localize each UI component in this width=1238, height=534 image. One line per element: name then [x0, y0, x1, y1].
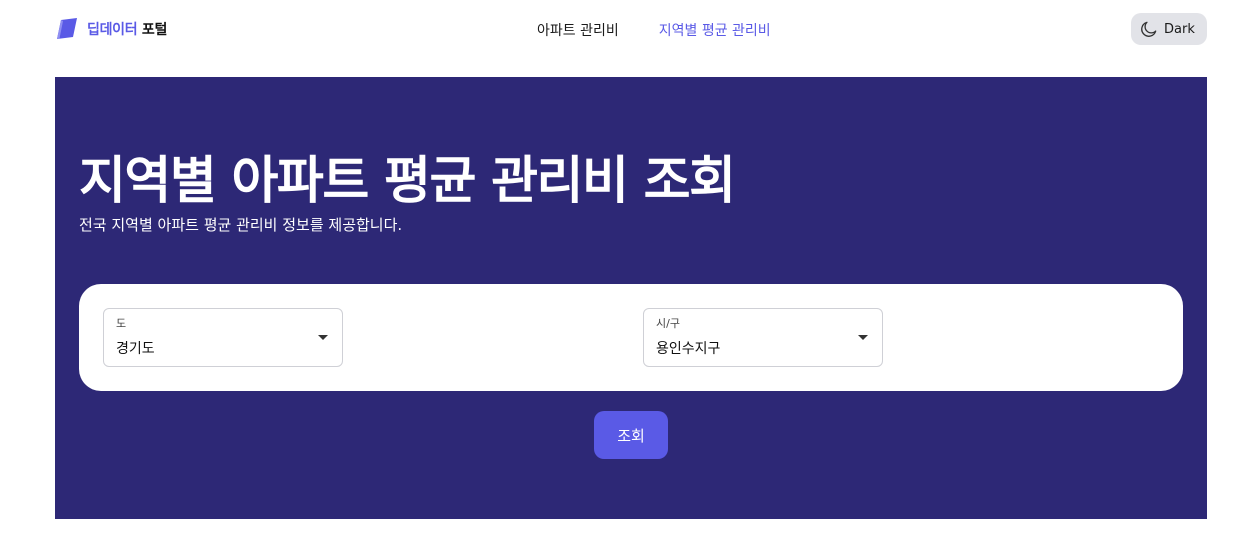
- brand-name-accent: 딥데이터: [87, 22, 138, 38]
- search-button[interactable]: 조회: [594, 411, 668, 459]
- city-select[interactable]: 시/구 용인수지구: [643, 308, 883, 367]
- region-filter-card: 도 경기도 시/구 용인수지구: [79, 284, 1183, 391]
- city-select-value: 용인수지구: [656, 341, 721, 357]
- caret-down-icon: [318, 335, 328, 340]
- hero-section: 지역별 아파트 평균 관리비 조회 전국 지역별 아파트 평균 관리비 정보를 …: [55, 77, 1207, 519]
- page-title: 지역별 아파트 평균 관리비 조회: [79, 152, 736, 211]
- top-navbar: 딥데이터 포털 아파트 관리비 지역별 평균 관리비 Dark: [0, 0, 1238, 60]
- city-select-label: 시/구: [656, 317, 680, 330]
- caret-down-icon: [858, 335, 868, 340]
- brand-home-link[interactable]: 딥데이터 포털: [55, 16, 167, 42]
- province-select-label: 도: [116, 317, 127, 330]
- main-nav: 아파트 관리비 지역별 평균 관리비: [537, 20, 771, 40]
- dark-mode-toggle-label: Dark: [1164, 21, 1195, 37]
- dark-mode-toggle-button[interactable]: Dark: [1131, 13, 1207, 45]
- moon-icon: [1141, 21, 1157, 37]
- province-select-value: 경기도: [116, 341, 155, 357]
- nav-link-regional-average-fees[interactable]: 지역별 평균 관리비: [659, 20, 771, 40]
- province-select[interactable]: 도 경기도: [103, 308, 343, 367]
- brand-logo-icon: [57, 18, 77, 39]
- brand-name-rest: 포털: [141, 22, 168, 38]
- nav-link-apartment-fees[interactable]: 아파트 관리비: [537, 20, 619, 40]
- brand-name: 딥데이터 포털: [87, 19, 167, 39]
- page-subtitle: 전국 지역별 아파트 평균 관리비 정보를 제공합니다.: [79, 216, 403, 234]
